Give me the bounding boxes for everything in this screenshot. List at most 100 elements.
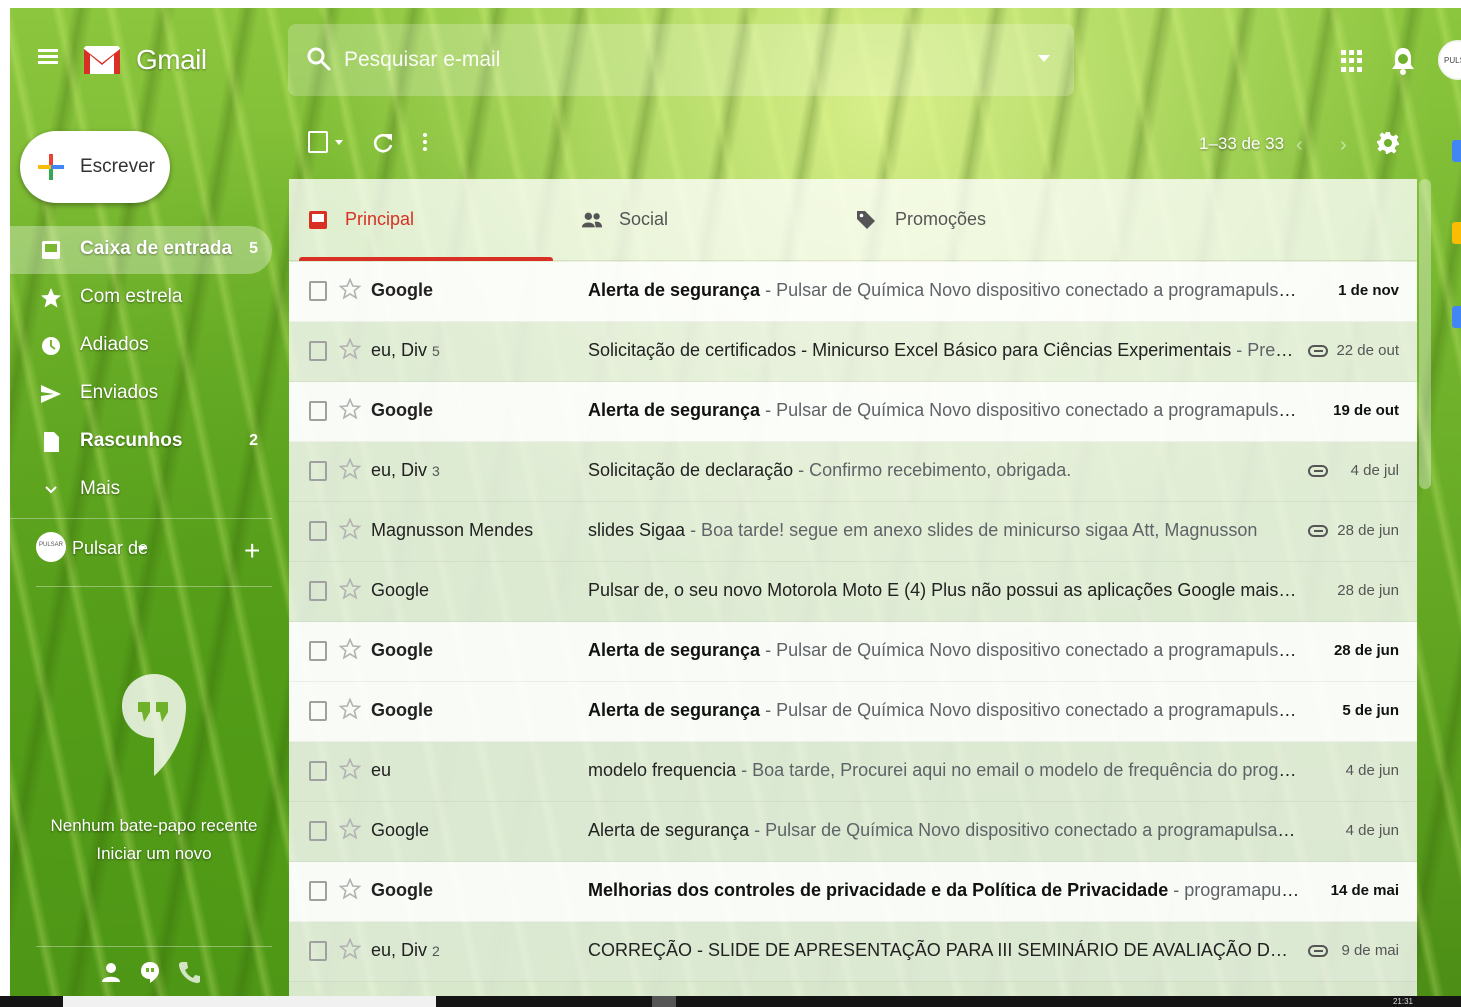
menu-bar bbox=[38, 49, 58, 52]
row-checkbox[interactable] bbox=[309, 881, 327, 901]
select-all-checkbox[interactable] bbox=[308, 131, 328, 153]
star-outline-icon[interactable] bbox=[339, 818, 361, 840]
search-bar[interactable] bbox=[288, 24, 1074, 96]
select-options-caret-icon[interactable] bbox=[335, 140, 343, 145]
sidebar-item-drafts[interactable]: Rascunhos 2 bbox=[10, 418, 272, 466]
email-snippet: - Pulsar de Química Novo dispositivo con… bbox=[765, 400, 1300, 420]
sidebar-item-inbox[interactable]: Caixa de entrada 5 bbox=[10, 226, 272, 274]
add-chat-button[interactable]: + bbox=[244, 537, 260, 565]
start-new-chat-link[interactable]: Iniciar um novo bbox=[30, 840, 278, 868]
email-date: 28 de jun bbox=[1337, 522, 1399, 539]
sidebar-item-label: Com estrela bbox=[80, 286, 183, 307]
sidebar-item-sent[interactable]: Enviados bbox=[10, 370, 272, 418]
email-row[interactable]: eu, Div 2 CORREÇÃO - SLIDE DE APRESENTAÇÃ… bbox=[289, 922, 1417, 982]
compose-label: Escrever bbox=[80, 156, 155, 177]
contacts-person-icon[interactable] bbox=[100, 960, 122, 984]
hangouts-user-name: Pulsar de bbox=[72, 538, 149, 558]
email-row[interactable]: eu, Div 3 Solicitação de declaração - Con… bbox=[289, 442, 1417, 502]
star-outline-icon[interactable] bbox=[339, 938, 361, 960]
star-outline-icon[interactable] bbox=[339, 578, 361, 600]
side-panel-tasks-icon[interactable] bbox=[1452, 306, 1461, 328]
side-panel-calendar-icon[interactable] bbox=[1452, 140, 1461, 162]
side-panel-keep-icon[interactable] bbox=[1452, 222, 1461, 244]
star-outline-icon[interactable] bbox=[339, 758, 361, 780]
star-outline-icon[interactable] bbox=[339, 698, 361, 720]
star-outline-icon[interactable] bbox=[339, 458, 361, 480]
row-checkbox[interactable] bbox=[309, 761, 327, 781]
sidebar-item-label: Enviados bbox=[80, 382, 159, 403]
email-subject: Solicitação de certificados - Minicurso … bbox=[588, 340, 1232, 360]
draft-file-icon bbox=[44, 432, 59, 452]
taskbar-app-button[interactable] bbox=[652, 996, 676, 1007]
sidebar-item-label: Mais bbox=[80, 478, 121, 499]
more-options-icon[interactable] bbox=[422, 133, 428, 155]
email-subject-line: Solicitação de declaração - Confirmo rec… bbox=[588, 460, 1300, 481]
star-outline-icon[interactable] bbox=[339, 518, 361, 540]
email-subject-line: Alerta de segurança - Pulsar de Química … bbox=[588, 280, 1300, 301]
star-outline-icon[interactable] bbox=[339, 878, 361, 900]
email-date: 19 de out bbox=[1333, 402, 1399, 419]
row-checkbox[interactable] bbox=[309, 941, 327, 961]
star-outline-icon[interactable] bbox=[339, 398, 361, 420]
email-row[interactable]: Google Alerta de segurança - Pulsar de Q… bbox=[289, 802, 1417, 862]
attachment-icon bbox=[1308, 465, 1328, 477]
send-icon bbox=[41, 385, 61, 403]
email-row[interactable]: Google Melhorias dos controles de privac… bbox=[289, 862, 1417, 922]
hangouts-user[interactable]: PULSAR Pulsar de bbox=[36, 532, 276, 568]
email-row[interactable]: Magnusson Mendes slides Sigaa - Boa tard… bbox=[289, 502, 1417, 562]
email-row[interactable]: eu, Div 5 Solicitação de certificados - M… bbox=[289, 322, 1417, 382]
email-subject-line: Alerta de segurança - Pulsar de Química … bbox=[588, 400, 1300, 421]
tab-promotions[interactable]: Promoções bbox=[845, 179, 1125, 261]
gear-icon[interactable] bbox=[1376, 131, 1400, 155]
chevron-down-icon[interactable] bbox=[138, 546, 146, 551]
sidebar-divider bbox=[36, 586, 272, 587]
row-checkbox[interactable] bbox=[309, 581, 327, 601]
taskbar-search-box[interactable] bbox=[63, 996, 436, 1007]
mail-list-scrollbar[interactable] bbox=[1419, 179, 1431, 489]
email-row[interactable]: eu modelo frequencia - Boa tarde, Procur… bbox=[289, 742, 1417, 802]
star-outline-icon[interactable] bbox=[339, 338, 361, 360]
tag-icon bbox=[857, 211, 875, 229]
row-checkbox[interactable] bbox=[309, 521, 327, 541]
email-snippet: - Pulsar de Química Novo dispositivo con… bbox=[765, 700, 1300, 720]
sidebar-item-more[interactable]: Mais bbox=[10, 466, 272, 514]
email-subject: slides Sigaa bbox=[588, 520, 686, 540]
email-row[interactable]: Google Alerta de segurança - Pulsar de Q… bbox=[289, 262, 1417, 322]
next-page-button[interactable]: › bbox=[1340, 134, 1347, 157]
email-subject: Alerta de segurança bbox=[588, 820, 750, 840]
gmail-brand-text[interactable]: Gmail bbox=[136, 44, 207, 76]
compose-button[interactable]: Escrever bbox=[20, 131, 170, 203]
email-row[interactable]: Google Pulsar de, o seu novo Motorola Mo… bbox=[289, 562, 1417, 622]
email-date: 14 de mai bbox=[1330, 882, 1399, 899]
tab-primary[interactable]: Principal bbox=[289, 179, 553, 261]
phone-icon[interactable] bbox=[178, 960, 200, 984]
row-checkbox[interactable] bbox=[309, 641, 327, 661]
email-date: 5 de jun bbox=[1342, 702, 1399, 719]
row-checkbox[interactable] bbox=[309, 461, 327, 481]
star-outline-icon[interactable] bbox=[339, 638, 361, 660]
apps-grid-icon[interactable] bbox=[1341, 50, 1363, 72]
main-menu-button[interactable] bbox=[36, 46, 62, 72]
email-sender: eu, Div 5 bbox=[371, 340, 440, 360]
notifications-bell-icon[interactable] bbox=[1390, 45, 1416, 75]
search-icon[interactable] bbox=[306, 46, 332, 72]
row-checkbox[interactable] bbox=[309, 401, 327, 421]
row-checkbox[interactable] bbox=[309, 701, 327, 721]
hangouts-chat-icon[interactable] bbox=[139, 960, 161, 984]
tab-label: Social bbox=[619, 209, 669, 229]
row-checkbox[interactable] bbox=[309, 341, 327, 361]
row-checkbox[interactable] bbox=[309, 821, 327, 841]
email-row[interactable]: Google Alerta de segurança - Pulsar de Q… bbox=[289, 682, 1417, 742]
row-checkbox[interactable] bbox=[309, 281, 327, 301]
tab-social[interactable]: Social bbox=[569, 179, 829, 261]
email-row[interactable]: Google Alerta de segurança - Pulsar de Q… bbox=[289, 622, 1417, 682]
search-input[interactable] bbox=[344, 42, 1004, 78]
email-snippet: - Confirmo recebimento, obrigada. bbox=[793, 460, 1072, 480]
previous-page-button[interactable]: ‹ bbox=[1296, 134, 1303, 157]
email-row[interactable]: Google Alerta de segurança - Pulsar de Q… bbox=[289, 382, 1417, 442]
search-options-caret-icon[interactable] bbox=[1038, 55, 1050, 62]
sidebar-item-starred[interactable]: Com estrela bbox=[10, 274, 272, 322]
star-outline-icon[interactable] bbox=[339, 278, 361, 300]
refresh-icon[interactable] bbox=[372, 131, 394, 155]
sidebar-item-snoozed[interactable]: Adiados bbox=[10, 322, 272, 370]
